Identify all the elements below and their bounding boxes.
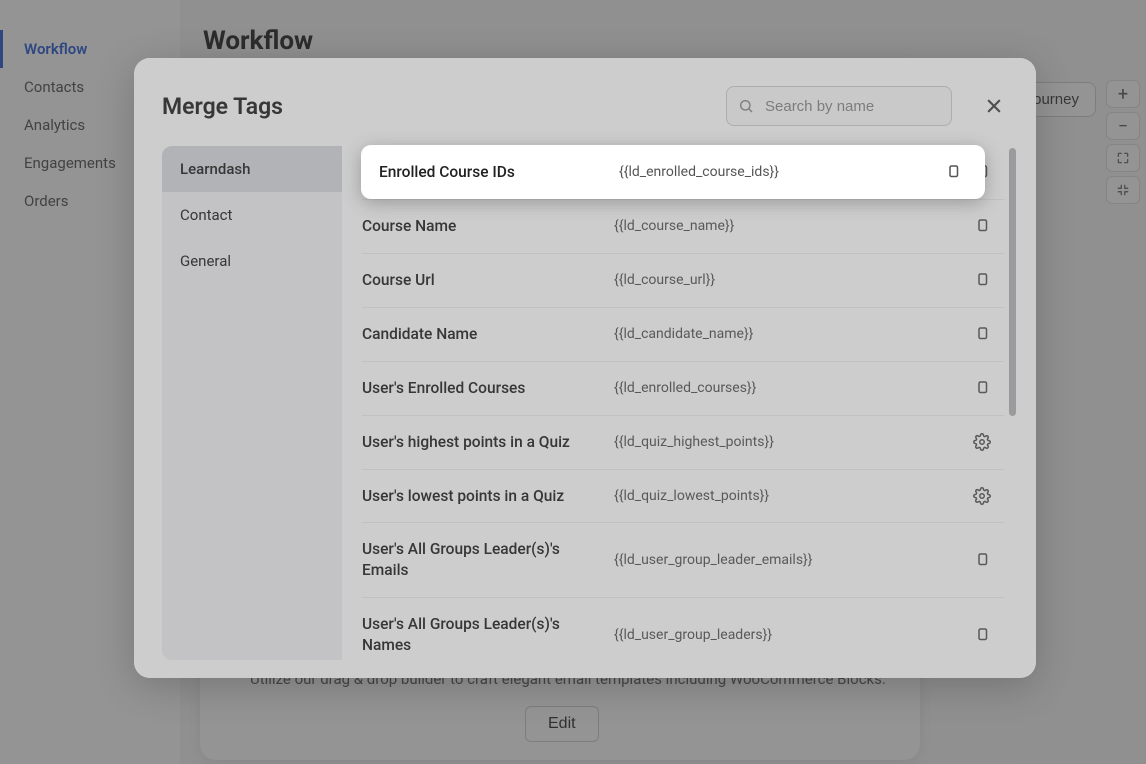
copy-icon (973, 551, 991, 569)
tag-code: {{ld_quiz_highest_points}} (614, 434, 956, 450)
tag-code: {{ld_user_group_leaders}} (614, 627, 956, 643)
scrollbar[interactable] (1009, 148, 1016, 416)
tag-code: {{ld_quiz_lowest_points}} (614, 488, 956, 504)
modal-body: Learndash Contact General Enrolled Cours… (134, 146, 1036, 678)
tag-row[interactable]: User's Enrolled Courses {{ld_enrolled_co… (362, 361, 1004, 415)
gear-icon (973, 487, 991, 505)
settings-button[interactable] (968, 487, 996, 505)
gear-icon (973, 433, 991, 451)
tag-code: {{ld_candidate_name}} (614, 326, 956, 342)
close-icon (984, 96, 1004, 116)
tag-row[interactable]: User's All Groups Leader(s)'s Names {{ld… (362, 597, 1004, 660)
highlighted-tag-row[interactable]: Enrolled Course IDs {{ld_enrolled_course… (361, 145, 985, 199)
tags-panel[interactable]: Enrolled Course IDs {{ld_enrolled_course… (342, 146, 1018, 660)
copy-button[interactable] (968, 271, 996, 289)
copy-button[interactable] (968, 626, 996, 644)
tag-label: User's Enrolled Courses (362, 378, 602, 399)
search-input[interactable] (726, 86, 952, 126)
tag-label: User's All Groups Leader(s)'s Emails (362, 539, 602, 581)
tag-row[interactable]: Course Name {{ld_course_name}} (362, 199, 1004, 253)
tag-label: Course Url (362, 270, 602, 291)
tag-row[interactable]: User's highest points in a Quiz {{ld_qui… (362, 415, 1004, 469)
category-list: Learndash Contact General (162, 146, 342, 660)
tag-row[interactable]: Candidate Name {{ld_candidate_name}} (362, 307, 1004, 361)
tag-label: Candidate Name (362, 324, 602, 345)
tag-label: User's lowest points in a Quiz (362, 486, 602, 507)
copy-icon (973, 217, 991, 235)
copy-icon (973, 626, 991, 644)
search-wrap (726, 86, 952, 126)
copy-button[interactable] (968, 217, 996, 235)
tag-row[interactable]: Course Url {{ld_course_url}} (362, 253, 1004, 307)
close-button[interactable] (980, 92, 1008, 120)
tag-code: {{ld_enrolled_course_ids}} (619, 164, 939, 180)
tag-code: {{ld_course_name}} (614, 218, 956, 234)
copy-icon (944, 163, 962, 181)
modal-header: Merge Tags (134, 58, 1036, 146)
copy-icon (973, 379, 991, 397)
search-icon (738, 98, 754, 114)
copy-icon (973, 325, 991, 343)
category-general[interactable]: General (162, 238, 342, 284)
category-learndash[interactable]: Learndash (162, 146, 342, 192)
tag-label: User's All Groups Leader(s)'s Names (362, 614, 602, 656)
modal-title: Merge Tags (162, 93, 283, 120)
tag-code: {{ld_course_url}} (614, 272, 956, 288)
tag-code: {{ld_enrolled_courses}} (614, 380, 956, 396)
tag-code: {{ld_user_group_leader_emails}} (614, 552, 956, 568)
copy-button[interactable] (968, 551, 996, 569)
tag-label: Enrolled Course IDs (379, 162, 619, 183)
copy-button[interactable] (939, 163, 967, 181)
copy-button[interactable] (968, 325, 996, 343)
tag-row[interactable]: User's lowest points in a Quiz {{ld_quiz… (362, 469, 1004, 523)
tag-label: User's highest points in a Quiz (362, 432, 602, 453)
tag-label: Course Name (362, 216, 602, 237)
category-contact[interactable]: Contact (162, 192, 342, 238)
copy-icon (973, 271, 991, 289)
tag-row[interactable]: User's All Groups Leader(s)'s Emails {{l… (362, 522, 1004, 597)
settings-button[interactable] (968, 433, 996, 451)
copy-button[interactable] (968, 379, 996, 397)
